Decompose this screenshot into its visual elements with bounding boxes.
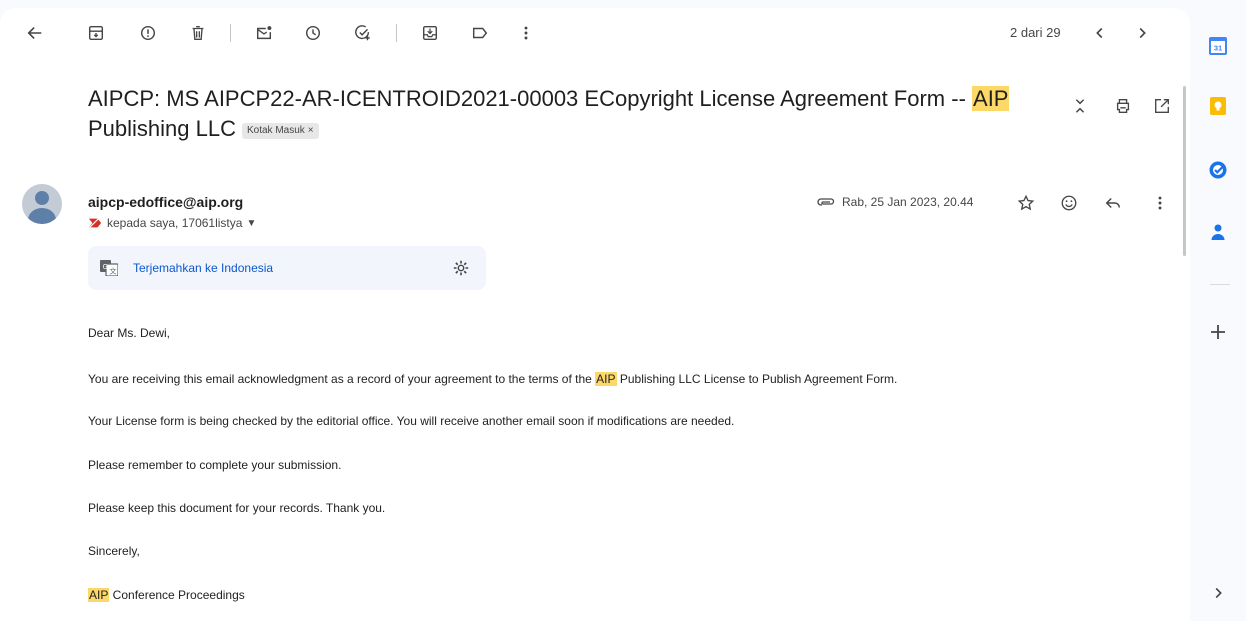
- emoji-icon: [1061, 195, 1077, 211]
- inbox-label-chip[interactable]: Kotak Masuk ×: [241, 123, 319, 139]
- avatar-body: [28, 208, 56, 224]
- labels-icon: [472, 27, 488, 39]
- translate-bar: G文 Terjemahkan ke Indonesia: [88, 246, 486, 290]
- print-icon: [1116, 99, 1130, 113]
- older-button[interactable]: [1132, 23, 1152, 43]
- chevron-right-icon: [1215, 587, 1222, 599]
- svg-text:文: 文: [110, 267, 117, 276]
- archive-button[interactable]: [86, 23, 106, 43]
- translate-icon: G文: [100, 260, 118, 276]
- keep-button[interactable]: [1208, 96, 1228, 116]
- scrollbar-thumb[interactable]: [1183, 86, 1186, 256]
- body-closing: Sincerely,: [88, 544, 140, 558]
- pager-count: 2 dari 29: [1010, 25, 1061, 40]
- subject-highlight: AIP: [972, 86, 1010, 111]
- side-panel-divider: [1210, 284, 1230, 285]
- svg-text:G: G: [103, 263, 108, 271]
- toolbar-separator: [230, 24, 231, 42]
- arrow-left-icon: [27, 27, 42, 39]
- archive-icon: [88, 25, 104, 41]
- show-details-caret[interactable]: ▼: [246, 218, 256, 229]
- body-paragraph-2: Your License form is being checked by th…: [88, 414, 735, 428]
- email-date: Rab, 25 Jan 2023, 20.44: [816, 195, 973, 209]
- show-side-panel-button[interactable]: [1208, 583, 1228, 603]
- body-paragraph-3: Please remember to complete your submiss…: [88, 458, 342, 472]
- star-button[interactable]: [1016, 193, 1036, 213]
- calendar-button[interactable]: 31: [1208, 36, 1228, 56]
- body-greeting: Dear Ms. Dewi,: [88, 326, 171, 340]
- get-addons-button[interactable]: [1208, 322, 1228, 342]
- print-button[interactable]: [1113, 96, 1133, 116]
- subject-text: AIPCP: MS AIPCP22-AR-ICENTROID2021-00003…: [88, 86, 973, 111]
- add-icon: [1211, 325, 1225, 339]
- add-task-icon: [355, 25, 370, 41]
- add-task-button[interactable]: [353, 23, 373, 43]
- more-options-button[interactable]: [516, 23, 536, 43]
- avatar[interactable]: [22, 184, 62, 224]
- body-signature: AIP Conference Proceedings: [88, 588, 245, 602]
- avatar-head: [35, 191, 49, 205]
- mark-unread-button[interactable]: [254, 23, 274, 43]
- keep-icon: [1210, 97, 1226, 115]
- translate-link[interactable]: Terjemahkan ke Indonesia: [133, 261, 273, 275]
- calendar-icon: 31: [1209, 37, 1227, 55]
- body-paragraph-1: You are receiving this email acknowledgm…: [88, 372, 897, 386]
- sender-email[interactable]: aipcp-edoffice@aip.org: [88, 194, 243, 210]
- collapse-all-button[interactable]: [1070, 96, 1090, 116]
- star-icon: [1017, 194, 1035, 211]
- report-spam-button[interactable]: [138, 23, 158, 43]
- paragraph-text: You are receiving this email acknowledgm…: [88, 372, 596, 386]
- open-in-new-icon: [1155, 99, 1169, 113]
- mark-unread-icon: [256, 26, 272, 40]
- move-to-icon: [422, 25, 438, 41]
- contacts-icon: [1211, 224, 1225, 240]
- move-to-button[interactable]: [420, 23, 440, 43]
- remove-label-button[interactable]: ×: [308, 125, 314, 136]
- chevron-right-icon: [1139, 27, 1146, 39]
- labels-button[interactable]: [470, 23, 490, 43]
- label-text: Kotak Masuk: [246, 125, 305, 136]
- more-vertical-icon: [524, 26, 528, 40]
- more-vertical-icon: [1158, 196, 1162, 210]
- email-view: 2 dari 29 AIPCP: MS AIPCP22-AR-ICENTROID…: [0, 8, 1190, 621]
- delete-button[interactable]: [188, 23, 208, 43]
- newer-button[interactable]: [1090, 23, 1110, 43]
- snooze-icon: [305, 25, 321, 41]
- important-marker-icon[interactable]: [88, 217, 102, 229]
- back-button[interactable]: [25, 23, 45, 43]
- add-reaction-button[interactable]: [1059, 193, 1079, 213]
- message-more-button[interactable]: [1150, 193, 1170, 213]
- email-toolbar: 2 dari 29: [0, 8, 1190, 56]
- recipients-text: kepada saya, 17061listya: [107, 216, 243, 230]
- delete-icon: [192, 26, 204, 40]
- tasks-button[interactable]: [1208, 160, 1228, 180]
- email-subject: AIPCP: MS AIPCP22-AR-ICENTROID2021-00003…: [88, 84, 1048, 144]
- recipients-line: kepada saya, 17061listya ▼: [88, 216, 256, 230]
- contacts-button[interactable]: [1208, 222, 1228, 242]
- report-spam-icon: [140, 25, 156, 41]
- open-new-window-button[interactable]: [1152, 96, 1172, 116]
- chevron-left-icon: [1096, 27, 1103, 39]
- gear-icon[interactable]: [452, 259, 470, 277]
- reply-icon: [1105, 197, 1121, 209]
- toolbar-separator: [396, 24, 397, 42]
- side-panel: 31: [1196, 0, 1246, 621]
- attachment-icon: [817, 198, 835, 206]
- tasks-icon: [1209, 161, 1227, 179]
- calendar-day: 31: [1214, 44, 1222, 53]
- text-highlight: AIP: [595, 372, 617, 386]
- date-text: Rab, 25 Jan 2023, 20.44: [842, 195, 974, 209]
- snooze-button[interactable]: [303, 23, 323, 43]
- reply-button[interactable]: [1103, 193, 1123, 213]
- signature-text: Conference Proceedings: [109, 588, 245, 602]
- subject-text-end: Publishing LLC: [88, 116, 236, 141]
- paragraph-text-end: Publishing LLC License to Publish Agreem…: [616, 372, 898, 386]
- text-highlight: AIP: [88, 588, 110, 602]
- collapse-icon: [1075, 99, 1085, 113]
- body-paragraph-4: Please keep this document for your recor…: [88, 501, 386, 515]
